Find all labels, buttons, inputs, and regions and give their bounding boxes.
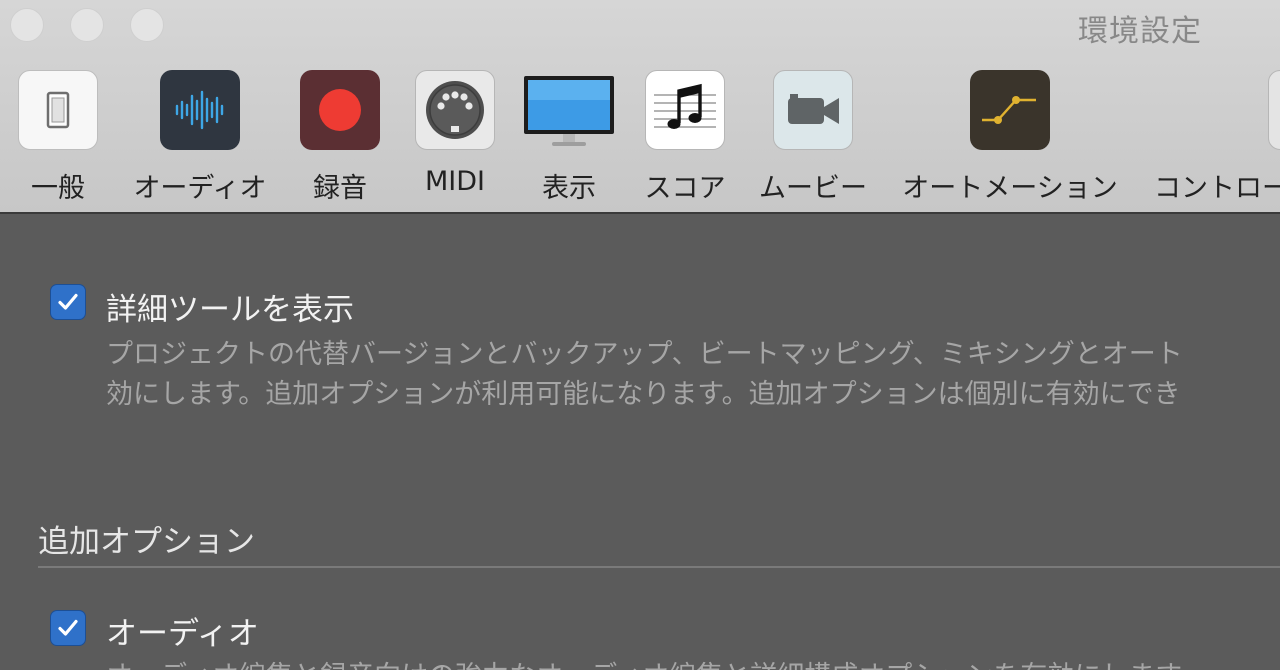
advanced-tools-description-line2: 効にします。追加オプションが利用可能になります。追加オプションは個別に有効にでき: [106, 379, 1181, 410]
automation-curve-icon: [970, 70, 1050, 150]
additional-options-heading: 追加オプション: [38, 524, 255, 560]
audio-option-checkbox[interactable]: [50, 610, 86, 646]
tab-recording[interactable]: 録音: [300, 70, 380, 204]
tab-general[interactable]: 一般: [18, 70, 98, 204]
tab-midi-label: MIDI: [424, 166, 486, 197]
monitor-icon: [522, 70, 616, 150]
switch-icon: [18, 70, 98, 150]
tab-audio[interactable]: オーディオ: [133, 70, 267, 204]
tab-movie[interactable]: ムービー: [759, 70, 867, 204]
control-surface-icon: [1268, 70, 1280, 150]
tab-score[interactable]: スコア: [644, 70, 726, 204]
midi-connector-icon: [415, 70, 495, 150]
checkmark-icon: [58, 619, 78, 636]
tab-control-surfaces-label[interactable]: コントロー: [1154, 166, 1280, 205]
tab-recording-label: 録音: [313, 173, 367, 204]
tab-display[interactable]: 表示: [522, 70, 616, 204]
advanced-tools-checkbox[interactable]: [50, 284, 86, 320]
advanced-tools-label[interactable]: 詳細ツールを表示: [106, 284, 354, 329]
video-camera-icon: [773, 70, 853, 150]
advanced-tools-description-line1: プロジェクトの代替バージョンとバックアップ、ビートマッピング、ミキシングとオート: [106, 339, 1183, 370]
window-title: 環境設定: [1078, 14, 1202, 49]
tab-audio-label: オーディオ: [133, 173, 267, 204]
tab-midi[interactable]: MIDI: [415, 70, 495, 202]
zoom-window-button[interactable]: [130, 8, 164, 42]
advanced-preferences-pane: 詳細ツールを表示 プロジェクトの代替バージョンとバックアップ、ビートマッピング、…: [0, 214, 1280, 670]
record-icon: [300, 70, 380, 150]
minimize-window-button[interactable]: [70, 8, 104, 42]
tab-general-label: 一般: [31, 173, 85, 204]
tab-automation-label: オートメーション: [902, 173, 1118, 204]
window-controls: [10, 8, 164, 42]
checkmark-icon: [58, 293, 78, 310]
section-divider: [38, 566, 1280, 568]
close-window-button[interactable]: [10, 8, 44, 42]
audio-option-description: オーディオ編集と録音向けの強力なオーディオ編集と詳細構成オプションを有効にします: [106, 654, 1182, 670]
tab-display-label: 表示: [542, 173, 596, 204]
preferences-toolbar: 環境設定 一般 オーディオ 録音 MIDI 表示 スコア ムービー オートメーシ…: [0, 0, 1280, 214]
tab-movie-label: ムービー: [759, 173, 867, 204]
waveform-icon: [160, 70, 240, 150]
music-note-icon: [645, 70, 725, 150]
tab-score-label: スコア: [644, 173, 726, 204]
audio-option-label[interactable]: オーディオ: [106, 608, 259, 653]
tab-automation[interactable]: オートメーション: [902, 70, 1118, 204]
